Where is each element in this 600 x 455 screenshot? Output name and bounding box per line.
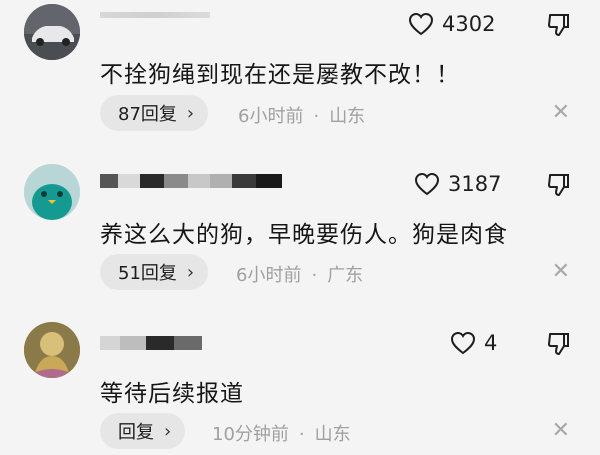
like-button[interactable]: 4 [450,331,497,355]
chevron-right-icon: › [186,102,195,124]
comment-time: 6小时前 [238,106,304,127]
like-button[interactable]: 3187 [414,172,501,196]
heart-outline-icon [450,331,476,355]
comment-location: 山东 [329,106,366,127]
comment-text: 养这么大的狗，早晚要伤人。狗是肉食 [100,222,508,248]
comment-text: 等待后续报道 [100,381,244,407]
meta-separator: · [311,265,318,286]
username-redacted [100,174,282,188]
comment-time: 10分钟前 [212,424,289,445]
reply-label: 51回复 [118,263,177,284]
comment-location: 广东 [327,265,364,286]
heart-outline-icon [408,12,434,36]
close-icon[interactable]: ✕ [552,100,570,125]
like-count: 4302 [442,12,496,36]
reply-button[interactable]: 回复 › [100,413,186,449]
thumbs-down-icon[interactable] [546,172,572,198]
username-redacted [100,336,202,350]
car-avatar-image [24,4,80,60]
thumbs-down-icon[interactable] [546,12,572,38]
comment-meta: 6小时前 · 广东 [236,261,363,287]
comment-time: 6小时前 [236,265,302,286]
bird-avatar-image [24,164,80,220]
comment-text: 不拴狗绳到现在还是屡教不改！！ [100,62,460,88]
close-icon[interactable]: ✕ [552,259,570,284]
chevron-right-icon: › [164,420,172,442]
close-icon[interactable]: ✕ [552,418,570,443]
comment-meta: 6小时前 · 山东 [238,102,365,128]
like-count: 4 [484,331,498,355]
buddha-avatar-image [24,322,80,378]
chevron-right-icon: › [186,261,195,283]
heart-outline-icon [414,172,440,196]
meta-separator: · [313,106,320,127]
thumbs-down-icon[interactable] [546,331,572,357]
comment-location: 山东 [314,424,351,445]
reply-label: 回复 [118,422,154,443]
user-avatar[interactable] [24,4,80,60]
like-button[interactable]: 4302 [408,12,495,36]
reply-button[interactable]: 51回复 › [100,254,209,290]
comment-meta: 10分钟前 · 山东 [212,420,351,446]
username-redacted [100,8,210,22]
reply-button[interactable]: 87回复 › [100,95,209,131]
user-avatar[interactable] [24,322,80,378]
like-count: 3187 [448,172,502,196]
reply-label: 87回复 [118,104,177,125]
meta-separator: · [298,424,305,445]
user-avatar[interactable] [24,164,80,220]
